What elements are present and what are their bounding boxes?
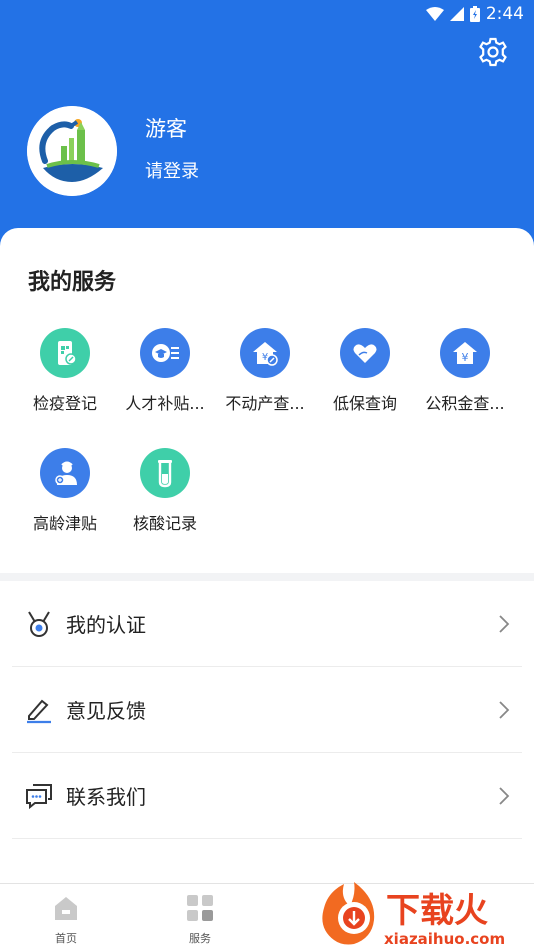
signal-icon [449,7,464,21]
service-quarantine-registration[interactable]: 检疫登记 [15,328,115,414]
chevron-right-icon [499,700,510,719]
service-talent-subsidy[interactable]: 人才补贴... [115,328,215,414]
service-elderly-allowance[interactable]: 高龄津贴 [15,448,115,534]
watermark-brand: 下载火 [386,891,488,931]
medal-icon [24,609,54,639]
pencil-edit-icon [24,695,54,725]
services-title: 我的服务 [28,270,117,295]
menu-label: 意见反馈 [66,699,146,723]
watermark-domain: xiazaihuo.com [384,930,505,948]
profile-header: 2:44 游客 请登录 [0,0,534,260]
phone-qr-icon [40,328,90,378]
tab-label: 首页 [55,932,77,945]
status-bar: 2:44 [0,0,534,28]
chat-icon [24,781,54,811]
tab-services[interactable]: 服务 [170,894,230,946]
battery-icon [469,6,480,22]
house-yen-icon: ¥ [240,328,290,378]
svg-text:¥: ¥ [462,351,469,364]
settings-gear-icon[interactable] [478,37,508,67]
wifi-icon [425,7,444,21]
service-label: 检疫登记 [32,394,97,413]
user-name: 游客 [145,117,187,141]
graduation-card-icon [140,328,190,378]
service-label: 低保查询 [332,394,397,413]
watermark: 下载火 xiazaihuo.com [314,878,534,950]
section-divider [0,573,534,581]
menu-item-feedback[interactable]: 意见反馈 [12,667,522,753]
service-real-estate-query[interactable]: ¥ 不动产查... [215,328,315,414]
tab-label: 服务 [189,932,211,945]
service-nucleic-acid-record[interactable]: 核酸记录 [115,448,215,534]
tab-home[interactable]: 首页 [36,894,96,946]
service-low-income-query[interactable]: 低保查询 [315,328,415,414]
test-tube-icon [140,448,190,498]
main-card: 我的服务 检疫登记 人才补贴... ¥ 不动产查... 低保查询 ¥ 公积金查.… [0,228,534,950]
chevron-right-icon [499,786,510,805]
menu-item-my-certification[interactable]: 我的认证 [12,581,522,667]
heart-hand-icon [340,328,390,378]
service-label: 核酸记录 [132,514,197,533]
menu-label: 我的认证 [66,613,146,637]
service-label: 不动产查... [225,394,305,413]
menu-label: 联系我们 [66,785,146,809]
service-label: 高龄津贴 [32,514,97,533]
home-icon [55,897,77,920]
menu-item-contact-us[interactable]: 联系我们 [12,753,522,839]
login-link[interactable]: 请登录 [145,157,199,183]
avatar[interactable] [27,106,117,196]
elderly-icon [40,448,90,498]
house-yen-icon: ¥ [440,328,490,378]
service-label: 公积金查... [425,394,505,413]
chevron-right-icon [499,614,510,633]
grid-icon [187,895,213,921]
service-label: 人才补贴... [125,394,205,413]
status-time: 2:44 [485,4,524,24]
service-housing-fund-query[interactable]: ¥ 公积金查... [415,328,515,414]
